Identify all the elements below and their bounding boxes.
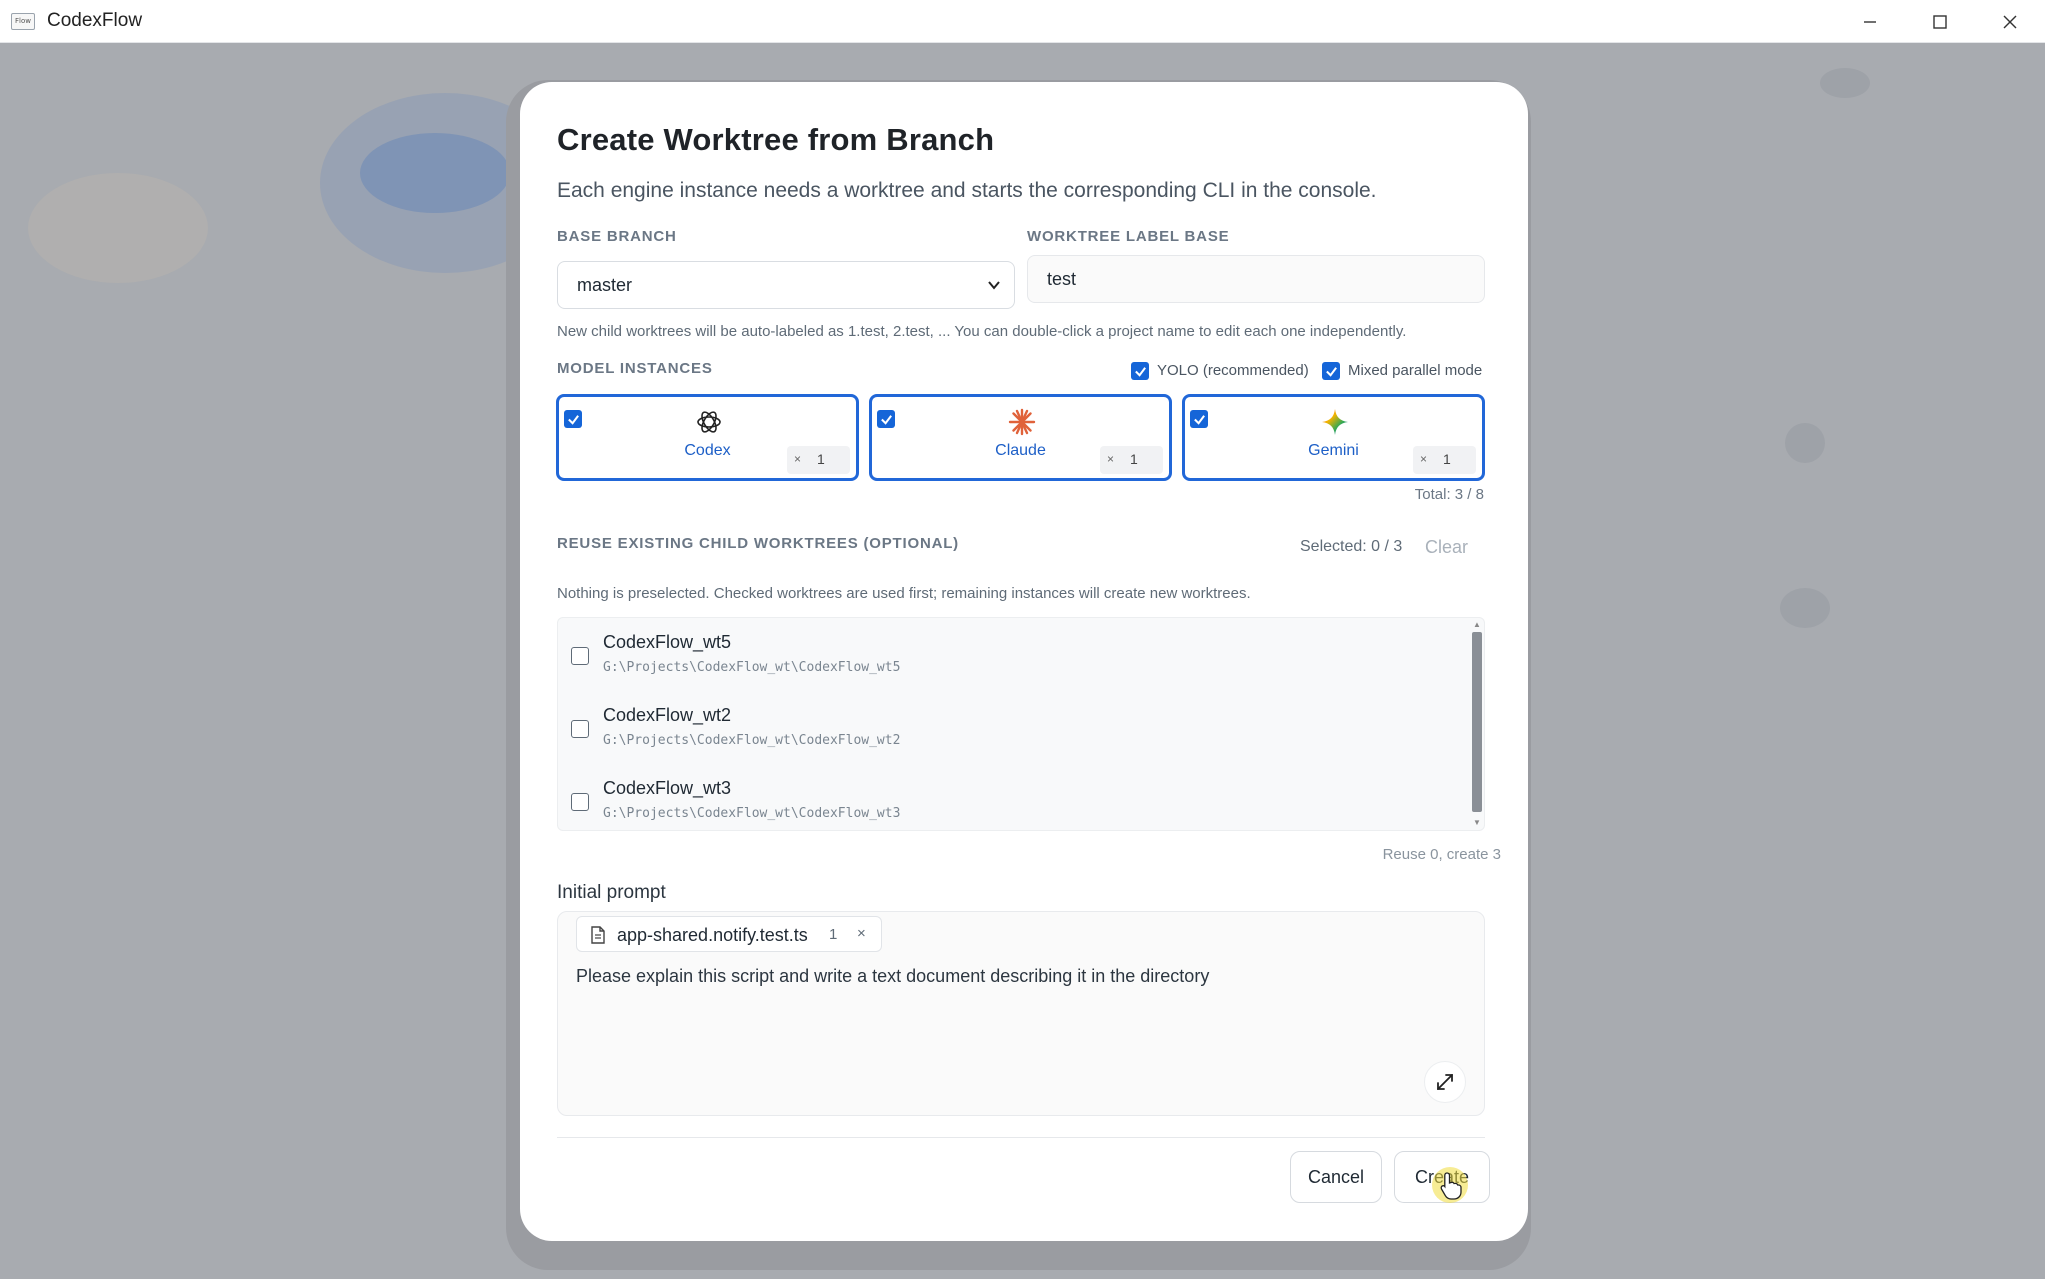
engine-checkbox-claude[interactable] xyxy=(877,410,895,428)
multiplier: × xyxy=(1420,452,1428,466)
worktree-checkbox[interactable] xyxy=(571,793,589,811)
close-window-button[interactable] xyxy=(1975,0,2045,43)
initial-prompt-editor[interactable]: app-shared.notify.test.ts 1 × Please exp… xyxy=(557,911,1485,1116)
expand-icon xyxy=(1437,1074,1453,1090)
engine-count-gemini[interactable]: × 1 xyxy=(1413,446,1476,474)
worktree-path: G:\Projects\CodexFlow_wt\CodexFlow_wt2 xyxy=(603,733,901,748)
worktree-item[interactable]: CodexFlow_wt3 G:\Projects\CodexFlow_wt\C… xyxy=(558,776,1458,832)
scroll-down-icon[interactable]: ▼ xyxy=(1472,818,1482,828)
background-blob xyxy=(1820,68,1870,98)
dialog-subtitle: Each engine instance needs a worktree an… xyxy=(557,179,1377,202)
cancel-button[interactable]: Cancel xyxy=(1290,1151,1382,1203)
yolo-label: YOLO (recommended) xyxy=(1157,362,1309,379)
base-branch-label: BASE BRANCH xyxy=(557,228,677,245)
expand-editor-button[interactable] xyxy=(1424,1061,1466,1103)
file-attachment-chip[interactable]: app-shared.notify.test.ts 1 × xyxy=(576,916,882,952)
check-icon xyxy=(1134,366,1146,377)
background-blob xyxy=(1785,423,1825,463)
minimize-icon xyxy=(1864,20,1876,23)
initial-prompt-label: Initial prompt xyxy=(557,882,666,903)
footer-divider xyxy=(557,1137,1485,1138)
instances-total: Total: 3 / 8 xyxy=(1414,486,1484,503)
dialog-title: Create Worktree from Branch xyxy=(557,122,995,157)
scrollbar-thumb[interactable] xyxy=(1472,632,1482,812)
worktree-label-base-value: test xyxy=(1047,268,1077,289)
reuse-worktrees-label: REUSE EXISTING CHILD WORKTREES (OPTIONAL… xyxy=(557,535,959,552)
mixed-parallel-label: Mixed parallel mode xyxy=(1348,362,1483,379)
mixed-parallel-checkbox[interactable] xyxy=(1322,362,1340,380)
worktree-checkbox[interactable] xyxy=(571,720,589,738)
worktree-path: G:\Projects\CodexFlow_wt\CodexFlow_wt3 xyxy=(603,806,901,821)
multiplier: × xyxy=(794,452,802,466)
engine-count-claude[interactable]: × 1 xyxy=(1100,446,1163,474)
reuse-selected-count: Selected: 0 / 3 xyxy=(1300,538,1403,555)
multiplier: × xyxy=(1107,452,1115,466)
worktree-label-base-input[interactable]: test xyxy=(1027,255,1485,303)
openai-icon xyxy=(697,411,721,433)
worktree-item[interactable]: CodexFlow_wt2 G:\Projects\CodexFlow_wt\C… xyxy=(558,703,1458,759)
app-logo: Flow xyxy=(11,12,35,30)
claude-icon xyxy=(1008,408,1036,436)
count-value: 1 xyxy=(817,451,825,467)
window-title: CodexFlow xyxy=(47,10,143,31)
worktree-list: CodexFlow_wt5 G:\Projects\CodexFlow_wt\C… xyxy=(557,617,1485,831)
chevron-down-icon xyxy=(988,281,1000,290)
maximize-icon xyxy=(1933,14,1947,29)
maximize-button[interactable] xyxy=(1905,0,1975,43)
create-worktree-dialog: Create Worktree from Branch Each engine … xyxy=(520,82,1528,1241)
background-blob xyxy=(1780,588,1830,628)
worktree-name: CodexFlow_wt5 xyxy=(603,632,732,652)
file-icon xyxy=(591,926,605,944)
close-icon xyxy=(2003,15,2017,28)
check-icon xyxy=(880,414,892,425)
engine-card-codex[interactable]: Codex × 1 xyxy=(556,394,859,481)
count-value: 1 xyxy=(1443,451,1451,467)
engine-checkbox-codex[interactable] xyxy=(564,410,582,428)
file-count: 1 xyxy=(829,926,838,943)
worktree-checkbox[interactable] xyxy=(571,647,589,665)
minimize-button[interactable] xyxy=(1835,0,1905,43)
model-instances-label: MODEL INSTANCES xyxy=(557,360,713,377)
gemini-icon xyxy=(1322,409,1348,435)
engine-card-gemini[interactable]: Gemini × 1 xyxy=(1182,394,1485,481)
mouse-cursor xyxy=(1432,1167,1468,1203)
check-icon xyxy=(567,414,579,425)
check-icon xyxy=(1193,414,1205,425)
worktree-label-base-label: WORKTREE LABEL BASE xyxy=(1027,228,1230,245)
count-value: 1 xyxy=(1130,451,1138,467)
base-branch-value: master xyxy=(577,274,633,295)
remove-file-button[interactable]: × xyxy=(857,925,866,942)
hand-pointer-icon xyxy=(1440,1172,1462,1200)
reuse-hint: Nothing is preselected. Checked worktree… xyxy=(557,585,1251,602)
engine-count-codex[interactable]: × 1 xyxy=(787,446,850,474)
worktree-item[interactable]: CodexFlow_wt5 G:\Projects\CodexFlow_wt\C… xyxy=(558,630,1458,686)
worktree-name: CodexFlow_wt3 xyxy=(603,778,732,798)
worktree-name: CodexFlow_wt2 xyxy=(603,705,732,725)
worktree-path: G:\Projects\CodexFlow_wt\CodexFlow_wt5 xyxy=(603,660,901,675)
window-controls xyxy=(1835,0,2045,43)
check-icon xyxy=(1325,366,1337,377)
clear-selection-button[interactable]: Clear xyxy=(1425,537,1468,558)
file-name: app-shared.notify.test.ts xyxy=(617,925,808,945)
prompt-text[interactable]: Please explain this script and write a t… xyxy=(576,966,1209,987)
title-bar: Flow CodexFlow xyxy=(0,0,2045,43)
base-branch-select[interactable]: master xyxy=(557,261,1015,309)
reuse-summary: Reuse 0, create 3 xyxy=(1382,846,1501,863)
worktree-list-scrollbar[interactable]: ▲ ▼ xyxy=(1470,618,1484,830)
background-blob xyxy=(28,173,208,283)
background-blob xyxy=(360,133,510,213)
label-hint: New child worktrees will be auto-labeled… xyxy=(557,323,1407,340)
engine-card-claude[interactable]: Claude × 1 xyxy=(869,394,1172,481)
yolo-checkbox[interactable] xyxy=(1131,362,1149,380)
scroll-up-icon[interactable]: ▲ xyxy=(1472,620,1482,630)
engine-checkbox-gemini[interactable] xyxy=(1190,410,1208,428)
